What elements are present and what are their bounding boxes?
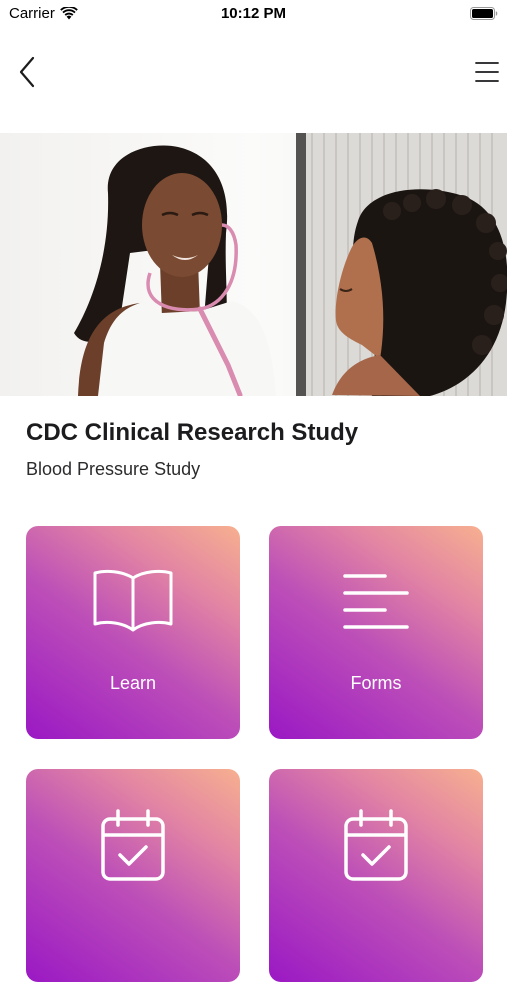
doctor-patient-illustration bbox=[0, 133, 507, 396]
status-time: 10:12 PM bbox=[220, 5, 287, 22]
text-lines-icon bbox=[343, 574, 409, 629]
study-subtitle: Blood Pressure Study bbox=[26, 459, 201, 479]
calendar-tile-1[interactable] bbox=[26, 769, 240, 982]
menu-button[interactable] bbox=[471, 56, 503, 88]
calendar-check-icon bbox=[344, 809, 408, 881]
forms-tile[interactable]: Forms bbox=[269, 526, 483, 739]
status-bar: Carrier 10:12 PM bbox=[0, 0, 507, 28]
learn-label: Learn bbox=[109, 673, 157, 693]
study-title: CDC Clinical Research Study bbox=[26, 419, 359, 446]
back-button[interactable] bbox=[12, 54, 42, 90]
forms-label: Forms bbox=[350, 673, 402, 693]
battery-icon bbox=[470, 7, 498, 20]
chevron-left-icon bbox=[19, 56, 35, 88]
calendar-check-icon bbox=[101, 809, 165, 881]
hero-image bbox=[0, 133, 507, 396]
hamburger-menu-icon bbox=[475, 62, 499, 82]
open-book-icon bbox=[93, 569, 173, 632]
learn-tile[interactable]: Learn bbox=[26, 526, 240, 739]
navigation-bar bbox=[0, 44, 507, 100]
calendar-tile-2[interactable] bbox=[269, 769, 483, 982]
